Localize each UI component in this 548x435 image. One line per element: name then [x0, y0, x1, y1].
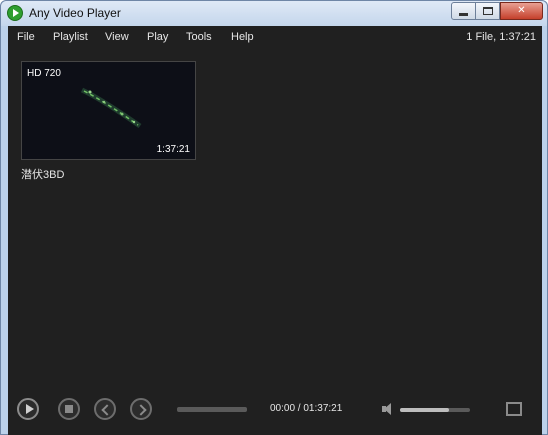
thumbnail-duration: 1:37:21	[156, 144, 190, 155]
stop-button[interactable]	[58, 398, 80, 420]
playback-controls: 00:00 / 01:37:21	[8, 398, 542, 428]
minimize-button[interactable]	[451, 2, 476, 20]
previous-button[interactable]	[94, 398, 116, 420]
menu-view[interactable]: View	[105, 31, 129, 43]
menu-play[interactable]: Play	[147, 31, 168, 43]
close-icon: ✕	[517, 5, 526, 16]
seek-slider[interactable]	[177, 407, 247, 412]
menu-help[interactable]: Help	[231, 31, 254, 43]
maximize-button[interactable]	[475, 2, 500, 20]
play-button[interactable]	[17, 398, 39, 420]
close-button[interactable]: ✕	[500, 2, 543, 20]
video-thumbnail[interactable]: HD 720 1:37:21	[21, 61, 196, 160]
play-circle-icon	[7, 5, 23, 21]
menu-bar: File Playlist View Play Tools Help 1 Fil…	[8, 26, 542, 48]
next-button[interactable]	[130, 398, 152, 420]
player-client-area: File Playlist View Play Tools Help 1 Fil…	[8, 26, 542, 435]
app-window: Any Video Player ✕ File Playlist View Pl…	[0, 0, 548, 435]
maximize-icon	[482, 7, 493, 15]
window-title: Any Video Player	[29, 6, 121, 20]
volume-slider[interactable]	[400, 408, 470, 412]
speaker-icon[interactable]	[380, 401, 396, 417]
time-display: 00:00 / 01:37:21	[270, 403, 343, 414]
video-title[interactable]: 潜伏3BD	[21, 166, 64, 182]
menu-file[interactable]: File	[17, 31, 35, 43]
minimize-icon	[459, 13, 468, 16]
file-count-duration: 1 File, 1:37:21	[466, 31, 536, 43]
quality-badge: HD 720	[27, 68, 61, 79]
volume-level-fill	[400, 408, 449, 412]
title-bar[interactable]: Any Video Player ✕	[1, 1, 547, 26]
menu-tools[interactable]: Tools	[186, 31, 212, 43]
fullscreen-icon[interactable]	[506, 402, 522, 416]
menu-playlist[interactable]: Playlist	[53, 31, 88, 43]
